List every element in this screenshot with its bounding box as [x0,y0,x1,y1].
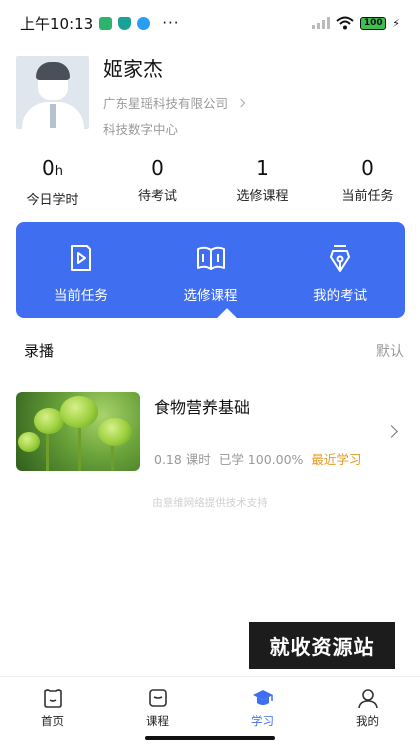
stat-value: 1 [256,156,269,180]
chevron-right-icon [236,98,246,107]
tab-label: 我的 [356,714,379,728]
stat-label: 待考试 [137,189,177,204]
tab-label: 学习 [251,714,274,728]
status-left: 上午10:13 ··· [20,13,180,34]
home-indicator [145,736,275,740]
stat-value: 0 [151,156,164,180]
panel-label: 我的考试 [313,288,368,304]
recent-study-badge: 最近学习 [311,452,362,467]
signal-icon [312,17,331,29]
status-right: 100 ⚡ [312,16,400,30]
battery-icon: 100 [360,16,387,30]
stats-row: 0h 今日学时 0 待考试 1 选修课程 0 当前任务 [0,156,420,208]
course-progress: 已学 100.00% [218,452,304,467]
section-title: 录播 [24,342,55,360]
status-bar: 上午10:13 ··· 100 ⚡ [0,0,420,46]
more-notifications-icon: ··· [162,14,180,32]
panel-item-current-tasks[interactable]: 当前任务 [16,222,146,318]
section-header: 录播 默认 [24,340,404,361]
department-name: 科技数字中心 [103,122,179,137]
course-meta: 0.18 课时 已学 100.00% 最近学习 [154,449,361,468]
stat-pending-exams[interactable]: 0 待考试 [105,156,210,208]
stat-label: 选修课程 [236,189,289,204]
tab-label: 课程 [146,714,169,728]
stat-today-hours[interactable]: 0h 今日学时 [0,156,105,208]
tab-home[interactable]: 首页 [0,677,105,746]
stat-label: 当前任务 [341,189,394,204]
course-card[interactable]: 食物营养基础 0.18 课时 已学 100.00% 最近学习 [16,392,404,472]
course-icon [148,689,167,707]
panel-item-my-exams[interactable]: 我的考试 [275,222,405,318]
graduation-cap-icon [252,690,273,705]
course-info: 食物营养基础 0.18 课时 已学 100.00% 最近学习 [154,392,404,472]
stat-value: 0h [42,156,63,180]
status-time: 上午10:13 [20,14,94,33]
watermark: 就收资源站 [249,622,395,669]
avatar[interactable] [16,56,89,129]
course-title: 食物营养基础 [154,398,251,417]
company-name: 广东星瑶科技有限公司 [103,96,229,111]
panel-label: 选修课程 [183,288,238,304]
home-icon [43,689,62,708]
panel-item-elective-courses[interactable]: 选修课程 [146,222,276,318]
app-notification-icon [99,16,113,30]
wifi-icon [336,16,354,30]
course-thumbnail [16,392,140,471]
stat-unit: h [54,164,63,179]
pen-nib-icon [330,245,351,272]
user-icon [357,689,378,709]
profile-info: 姬家杰 广东星瑶科技有限公司 科技数字中心 [103,56,246,137]
sort-default-button[interactable]: 默认 [376,341,404,361]
play-book-icon [70,245,91,271]
quick-nav-panel: 当前任务 选修课程 我的考试 [16,222,405,328]
powered-by-text: 由意维网络提供技术支持 [152,497,268,509]
profile-header[interactable]: 姬家杰 广东星瑶科技有限公司 科技数字中心 [16,56,404,137]
open-book-icon [196,246,225,270]
profile-name: 姬家杰 [103,57,163,81]
stat-current-tasks[interactable]: 0 当前任务 [315,156,420,208]
company-link[interactable]: 广东星瑶科技有限公司 [103,93,246,112]
tab-profile[interactable]: 我的 [315,677,420,746]
stat-value: 0 [361,156,374,180]
cloud-icon [137,16,151,30]
chevron-right-icon [385,425,398,438]
shield-icon [118,16,132,30]
stat-label: 今日学时 [26,193,79,208]
tab-label: 首页 [41,714,64,728]
course-hours: 0.18 课时 [154,452,211,467]
stat-elective-courses[interactable]: 1 选修课程 [210,156,315,208]
panel-label: 当前任务 [53,288,108,304]
charging-icon: ⚡ [392,16,400,30]
